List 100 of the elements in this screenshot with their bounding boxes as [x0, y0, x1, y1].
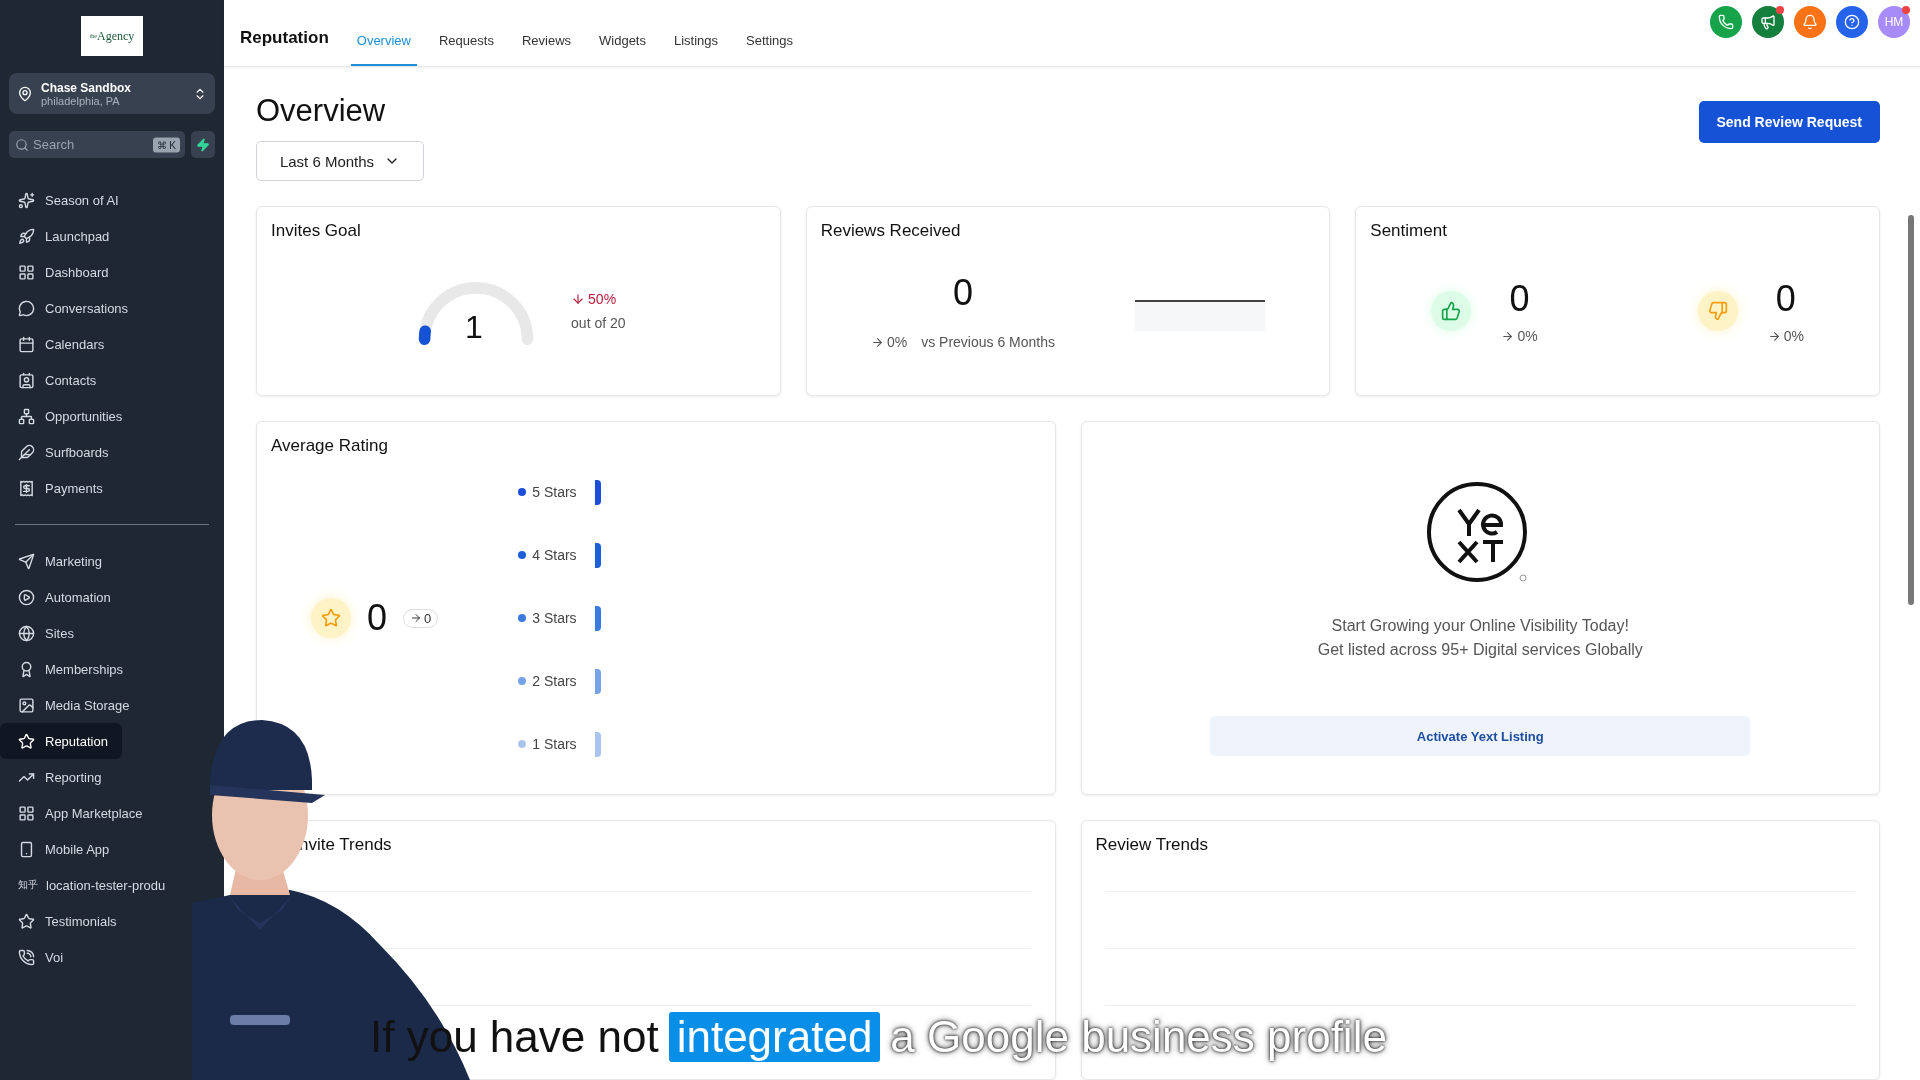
star-level-label: 1 Stars [532, 736, 577, 752]
megaphone-icon [1760, 14, 1776, 30]
agency-logo: $^{the}$Agency [81, 16, 143, 56]
bell-button[interactable] [1794, 6, 1826, 38]
rating-bar [594, 542, 601, 568]
quick-action-button[interactable] [191, 131, 215, 158]
arrow-right-icon [410, 612, 423, 624]
sentiment-value: 0 [1775, 278, 1796, 320]
change-indicator: 0% [1767, 328, 1804, 344]
sidebar-item[interactable]: Automation [0, 579, 125, 615]
sidebar-item[interactable]: Conversations [0, 290, 143, 326]
sidebar-item[interactable]: Payments [0, 470, 117, 506]
megaphone-button[interactable] [1752, 6, 1784, 38]
sidebar-item[interactable]: Memberships [0, 651, 138, 687]
sidebar-item[interactable]: Testimonials [0, 903, 131, 939]
scrollbar[interactable] [1908, 215, 1914, 605]
invites-value: 1 [465, 309, 483, 346]
card-title: Average Rating [271, 436, 389, 456]
sidebar-item[interactable]: Media Storage [0, 687, 144, 723]
page-title: Overview [256, 93, 386, 129]
caption-text: a Google business profile [890, 1012, 1387, 1062]
sidebar-item[interactable]: Surfboards [0, 434, 123, 470]
card-title: Invites Goal [271, 221, 362, 241]
sidebar-item[interactable]: 知乎 location-tester-produ [0, 867, 180, 903]
rating-bar [594, 668, 601, 694]
grid-icon [18, 263, 35, 281]
card-title: Reviews Received [820, 221, 962, 241]
network-icon [18, 407, 35, 425]
sidebar-item[interactable]: Reputation [0, 723, 122, 759]
sidebar-item[interactable]: Marketing [0, 543, 117, 579]
tab[interactable]: Reviews [515, 33, 577, 66]
thumbs-up-icon [1431, 291, 1472, 331]
smartphone-icon [18, 840, 35, 858]
account-switcher[interactable]: Chase Sandbox philadelphia, PA [9, 73, 215, 114]
search-icon [15, 137, 29, 152]
tab[interactable]: Widgets [593, 33, 652, 66]
rating-bar [594, 731, 601, 757]
tab[interactable]: Requests [432, 33, 500, 66]
sparkles-icon [18, 191, 35, 209]
rating-bar [594, 605, 601, 631]
sidebar-item[interactable]: Sites [0, 615, 88, 651]
phone-call-icon [18, 948, 35, 966]
star-level-label: 3 Stars [532, 610, 577, 626]
chat-icon [18, 299, 35, 317]
image-icon [18, 696, 35, 714]
sidebar-item[interactable]: App Marketplace [0, 795, 157, 831]
play-icon [18, 588, 35, 606]
sidebar-item[interactable]: Launchpad [0, 218, 124, 254]
star-icon [18, 912, 35, 930]
globe-icon [18, 624, 35, 642]
activate-yext-button[interactable]: Activate Yext Listing [1210, 716, 1751, 756]
sidebar-item[interactable]: Reporting [0, 759, 116, 795]
tab[interactable]: Settings [740, 33, 800, 66]
yext-promo-text: Start Growing your Online Visibility Today! Get listed across 95+ Digital services Globally [1317, 616, 1643, 660]
location-pin-icon [17, 85, 33, 102]
tab[interactable]: Overview [350, 33, 417, 66]
shortcut-hint: ⌘ K [152, 137, 180, 152]
contact-card-icon [18, 371, 35, 389]
caption-highlight: integrated [668, 1012, 881, 1062]
star-level-label: 4 Stars [532, 547, 577, 563]
calendar-icon [18, 335, 35, 353]
phone-icon [1718, 14, 1734, 30]
period-dropdown[interactable]: Last 6 Months [256, 141, 424, 181]
sidebar-item[interactable]: Opportunities [0, 398, 137, 434]
section-title: Reputation [240, 28, 329, 48]
send-review-request-button[interactable]: Send Review Request [1698, 101, 1880, 143]
sidebar-item[interactable]: Mobile App [0, 831, 124, 867]
card-title: Review Trends [1095, 835, 1209, 855]
sidebar-item[interactable]: Voi [0, 939, 78, 975]
thumbs-down-icon [1697, 291, 1738, 331]
rating-value: 0 [367, 597, 388, 639]
reviews-value: 0 [952, 272, 973, 314]
sidebar-item[interactable]: Contacts [0, 362, 111, 398]
rocket-icon [18, 227, 35, 245]
send-icon [18, 552, 35, 570]
notification-dot [1776, 6, 1784, 14]
change-indicator: 50% [571, 291, 617, 307]
notification-dot [1902, 6, 1910, 14]
grid-icon [18, 804, 35, 822]
star-icon [18, 732, 35, 750]
phone-button[interactable] [1710, 6, 1742, 38]
star-level-label: 5 Stars [532, 484, 577, 500]
rating-bar [594, 479, 601, 505]
lightning-icon [196, 137, 210, 152]
sidebar-item[interactable]: Season of AI [0, 182, 133, 218]
help-icon [1844, 14, 1860, 30]
help-button[interactable] [1836, 6, 1868, 38]
card-title: Sentiment [1370, 221, 1448, 241]
account-name: Chase Sandbox [41, 80, 133, 95]
sentiment-value: 0 [1509, 278, 1530, 320]
change-indicator: 0% [1501, 328, 1538, 344]
receipt-icon [18, 479, 35, 497]
tab[interactable]: Listings [668, 33, 725, 66]
change-indicator: 0% [870, 334, 908, 350]
bell-icon [1802, 14, 1818, 30]
star-level-label: 2 Stars [532, 673, 577, 689]
sidebar-item[interactable]: Calendars [0, 326, 119, 362]
account-location: philadelphia, PA [41, 94, 121, 107]
sidebar-item[interactable]: Dashboard [0, 254, 123, 290]
goal-target: out of 20 [571, 315, 626, 331]
